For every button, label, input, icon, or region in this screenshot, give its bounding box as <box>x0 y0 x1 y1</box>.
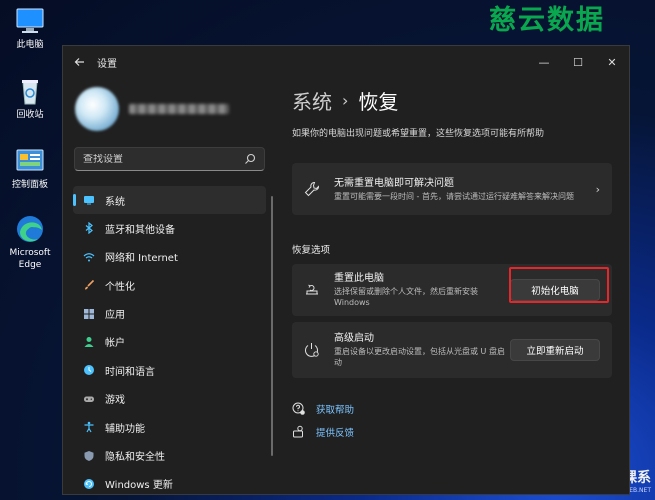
sidebar-item-system[interactable]: 系统 <box>73 186 266 214</box>
update-icon <box>84 478 94 489</box>
get-help-link[interactable]: 获取帮助 <box>292 402 354 416</box>
breadcrumb-parent[interactable]: 系统 <box>292 86 332 115</box>
gamepad-icon <box>84 396 94 402</box>
back-arrow-icon <box>74 58 84 66</box>
desktop-icon-label: 回收站 <box>16 110 44 120</box>
monitor-icon <box>16 8 44 33</box>
sidebar-item-label: 隐私和安全性 <box>105 452 165 464</box>
wrench-icon <box>304 182 319 197</box>
highlight-box <box>509 267 609 303</box>
bluetooth-icon <box>85 222 93 235</box>
feedback-link[interactable]: 提供反馈 <box>292 425 354 439</box>
avatar <box>75 87 119 131</box>
advanced-startup-card: 高级启动 重启设备以更改启动设置，包括从光盘或 U 盘启动 立即重新启动 <box>292 322 612 378</box>
recycle-bin-icon <box>22 80 38 105</box>
user-profile[interactable] <box>75 84 265 134</box>
desktop-icon-edge[interactable]: Microsoft Edge <box>2 214 58 271</box>
desktop-icon-label: 控制面板 <box>11 180 48 190</box>
breadcrumb: 系统 › 恢复 <box>292 86 398 115</box>
troubleshoot-title: 无需重置电脑即可解决问题 <box>334 177 454 189</box>
help-icon <box>292 402 305 415</box>
title-bar[interactable]: 设置 — ☐ ✕ <box>63 46 629 78</box>
troubleshoot-desc: 重置可能需要一段时间 - 首先，请尝试通过运行疑难解答来解决问题 <box>334 191 574 201</box>
advanced-startup-icon <box>305 343 319 357</box>
window-title: 设置 <box>97 58 117 70</box>
page-subtitle: 如果你的电脑出现问题或希望重置，这些恢复选项可能有所帮助 <box>292 129 545 139</box>
sidebar-item-label: 应用 <box>105 310 125 322</box>
sidebar-item-time-language[interactable]: 时间和语言 <box>73 356 266 384</box>
window-controls: — ☐ ✕ <box>527 46 629 78</box>
maximize-button[interactable]: ☐ <box>561 46 595 78</box>
advanced-startup-desc: 重启设备以更改启动设置，包括从光盘或 U 盘启动 <box>334 347 505 367</box>
section-label-recovery-options: 恢复选项 <box>292 245 331 256</box>
desktop-icon-this-pc[interactable]: 此电脑 <box>2 6 58 51</box>
sidebar-item-label: 辅助功能 <box>105 423 145 435</box>
get-help-label: 获取帮助 <box>316 405 355 416</box>
sidebar-scrollbar[interactable] <box>271 196 273 456</box>
sidebar-item-label: 帐户 <box>105 338 125 350</box>
sidebar-item-personalization[interactable]: 个性化 <box>73 271 266 299</box>
advanced-startup-title: 高级启动 <box>334 333 374 344</box>
reset-pc-desc: 选择保留或删除个人文件，然后重新安装 Windows <box>334 287 478 307</box>
breadcrumb-separator: › <box>342 91 349 110</box>
reset-pc-icon <box>306 284 318 295</box>
troubleshoot-card[interactable]: 无需重置电脑即可解决问题 重置可能需要一段时间 - 首先，请尝试通过运行疑难解答… <box>292 163 612 215</box>
monitor-icon <box>84 196 94 205</box>
profile-name-blurred <box>129 104 229 114</box>
person-icon <box>84 336 94 347</box>
desktop-icon-label: Microsoft Edge <box>9 248 51 270</box>
sidebar-item-network[interactable]: 网络和 Internet <box>73 243 266 271</box>
feedback-label: 提供反馈 <box>316 428 355 439</box>
settings-window: 设置 — ☐ ✕ 系统 蓝牙和其他设备 网络和 Internet <box>62 45 630 495</box>
watermark-top: 慈云数据 <box>489 5 605 36</box>
sidebar-item-label: 时间和语言 <box>105 366 155 378</box>
wifi-icon <box>83 252 95 262</box>
sidebar-item-label: 网络和 Internet <box>105 253 178 265</box>
desktop-icon-recycle-bin[interactable]: 回收站 <box>2 76 58 121</box>
control-panel-icon <box>16 149 44 171</box>
brush-icon <box>85 280 95 290</box>
sidebar-item-label: 游戏 <box>105 395 125 407</box>
sidebar-item-label: 系统 <box>105 196 125 208</box>
accessibility-icon <box>84 421 94 433</box>
feedback-icon <box>293 425 303 438</box>
sidebar-nav: 系统 蓝牙和其他设备 网络和 Internet 个性化 应用 帐户 时间和语言 <box>73 186 266 494</box>
desktop-icon-control-panel[interactable]: 控制面板 <box>2 146 58 191</box>
sidebar-item-bluetooth[interactable]: 蓝牙和其他设备 <box>73 214 266 242</box>
sidebar-item-privacy[interactable]: 隐私和安全性 <box>73 442 266 470</box>
close-button[interactable]: ✕ <box>595 46 629 78</box>
sidebar-item-label: 个性化 <box>105 281 135 293</box>
search-icon[interactable] <box>244 153 256 165</box>
restart-now-button[interactable]: 立即重新启动 <box>510 339 600 361</box>
chevron-right-icon: › <box>595 182 600 196</box>
search-box[interactable] <box>74 147 265 171</box>
desktop-icon-label: 此电脑 <box>16 40 44 50</box>
sidebar-item-label: 蓝牙和其他设备 <box>105 224 175 236</box>
page-title: 恢复 <box>358 90 399 114</box>
apps-icon <box>84 308 94 319</box>
sidebar-item-gaming[interactable]: 游戏 <box>73 385 266 413</box>
sidebar-item-windows-update[interactable]: Windows 更新 <box>73 470 266 494</box>
edge-icon <box>17 216 43 242</box>
reset-pc-title: 重置此电脑 <box>334 273 384 284</box>
search-input[interactable] <box>83 153 233 165</box>
globe-clock-icon <box>84 365 94 376</box>
minimize-button[interactable]: — <box>527 46 561 78</box>
shield-icon <box>84 450 94 461</box>
sidebar-item-accessibility[interactable]: 辅助功能 <box>73 413 266 441</box>
sidebar-item-label: Windows 更新 <box>105 480 173 492</box>
sidebar-item-accounts[interactable]: 帐户 <box>73 328 266 356</box>
sidebar-item-apps[interactable]: 应用 <box>73 300 266 328</box>
back-button[interactable] <box>63 46 97 78</box>
